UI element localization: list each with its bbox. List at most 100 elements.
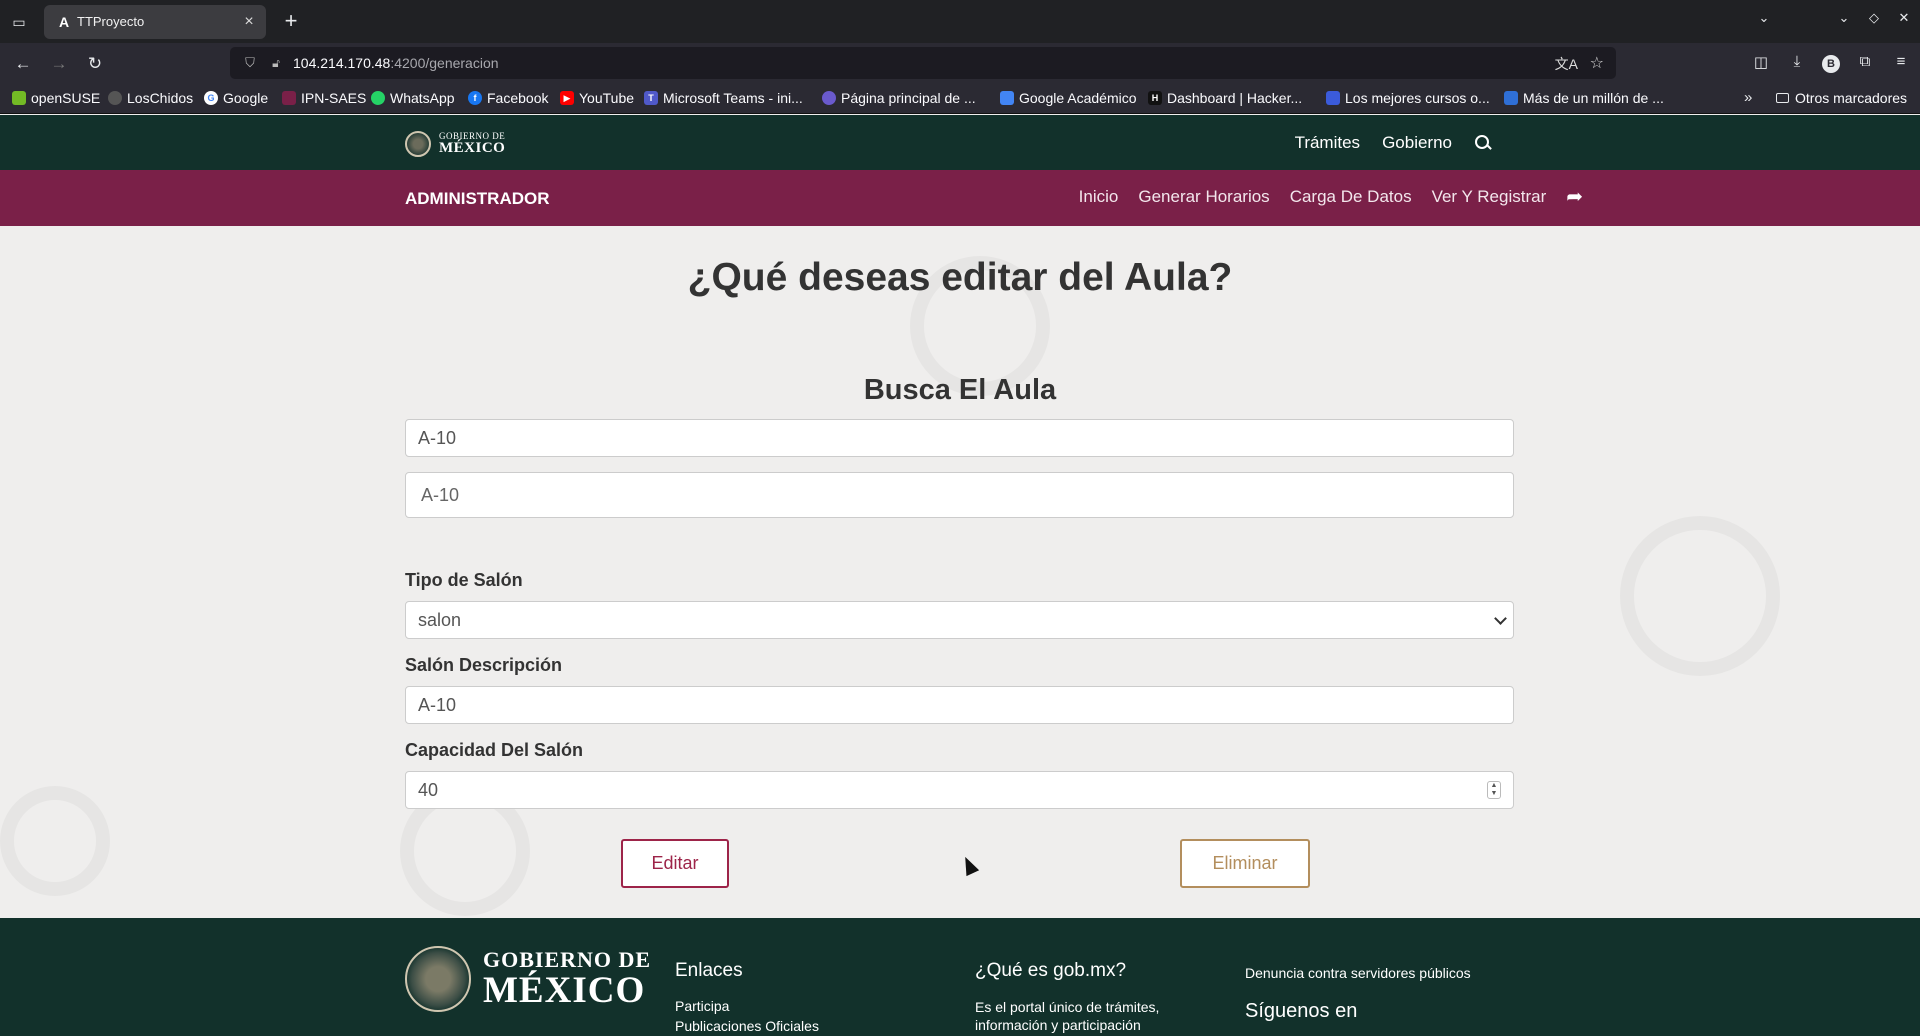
seal-icon <box>405 131 431 157</box>
bookmarks-overflow-icon[interactable]: » <box>1744 89 1752 106</box>
url-host: 104.214.170.48 <box>293 55 391 71</box>
github-icon <box>108 91 122 105</box>
bookmark-label: IPN-SAES <box>301 90 367 106</box>
other-bookmarks[interactable]: Otros marcadores <box>1776 90 1907 106</box>
window-controls: ⌄ ⌄ ◇ ✕ <box>1756 10 1912 26</box>
gob-header: GOBIERNO DE MÉXICO Trámites Gobierno <box>0 115 1920 170</box>
ipn-icon <box>282 91 296 105</box>
forward-icon[interactable]: → <box>48 53 70 75</box>
extensions-icon[interactable]: ⧉ <box>1854 53 1876 73</box>
page-icon <box>822 91 836 105</box>
footer-enlaces: Enlaces Participa Publicaciones Oficiale… <box>675 960 819 1034</box>
tipo-salon-select[interactable]: salon <box>405 601 1514 639</box>
number-spinner-icon[interactable]: ▲ ▼ <box>1487 781 1501 799</box>
bookmark-label: openSUSE <box>31 90 101 106</box>
bookmark-youtube[interactable]: ▶ YouTube <box>560 90 634 106</box>
list-all-tabs-icon[interactable]: ⌄ <box>1756 10 1772 26</box>
admin-title[interactable]: ADMINISTRADOR <box>405 189 550 209</box>
edit-button[interactable]: Editar <box>621 839 729 888</box>
salon-descripcion-label: Salón Descripción <box>405 655 563 675</box>
hackerrank-icon: H <box>1148 91 1162 105</box>
back-icon[interactable]: ← <box>12 53 34 75</box>
background-pattern <box>1620 516 1780 676</box>
profile-avatar-icon[interactable]: B <box>1822 55 1840 73</box>
bookmark-teams[interactable]: T Microsoft Teams - ini... <box>644 90 803 106</box>
admin-nav: Inicio Generar Horarios Carga De Datos V… <box>1079 187 1583 207</box>
translate-icon[interactable]: 文A <box>1555 54 1578 74</box>
delete-button[interactable]: Eliminar <box>1180 839 1310 888</box>
bookmark-google[interactable]: G Google <box>204 90 268 106</box>
nav-generar-horarios[interactable]: Generar Horarios <box>1138 187 1269 207</box>
bookmark-millon[interactable]: Más de un millón de ... <box>1504 90 1664 106</box>
bookmark-star-icon[interactable]: ☆ <box>1590 53 1604 73</box>
logout-icon[interactable]: ➦ <box>1566 187 1583 207</box>
download-icon[interactable]: ⤓ <box>1786 53 1808 73</box>
url-text[interactable]: 104.214.170.48:4200/generacion <box>293 55 499 71</box>
nav-tramites[interactable]: Trámites <box>1295 133 1361 153</box>
new-tab-icon[interactable]: + <box>280 10 302 32</box>
other-bookmarks-label: Otros marcadores <box>1795 90 1908 106</box>
pocket-icon[interactable]: ◫ <box>1750 53 1772 73</box>
aula-search-input[interactable]: A-10 <box>405 419 1514 457</box>
whatsapp-icon <box>371 91 385 105</box>
bookmark-label: LosChidos <box>127 90 194 106</box>
mouse-cursor-icon <box>958 853 980 877</box>
nav-ver-y-registrar[interactable]: Ver Y Registrar <box>1432 187 1547 207</box>
minimize-icon[interactable]: ⌄ <box>1836 10 1852 26</box>
insecure-lock-icon[interactable]: 🔓︎ <box>268 55 284 71</box>
tab-list-icon[interactable]: ▭ <box>10 13 28 31</box>
gob-logo[interactable]: GOBIERNO DE MÉXICO <box>405 131 505 157</box>
tab-close-icon[interactable]: × <box>240 13 258 31</box>
main-content: ¿Qué deseas editar del Aula? Busca El Au… <box>0 226 1920 918</box>
google-icon: G <box>204 91 218 105</box>
browser-tab-bar: ▭ A TTProyecto × + ⌄ ⌄ ◇ ✕ <box>0 0 1920 43</box>
reload-icon[interactable]: ↻ <box>84 53 106 75</box>
bookmark-whatsapp[interactable]: WhatsApp <box>371 90 455 106</box>
bookmark-label: Más de un millón de ... <box>1523 90 1664 106</box>
footer-logo[interactable]: GOBIERNO DE MÉXICO <box>405 946 651 1012</box>
nav-carga-de-datos[interactable]: Carga De Datos <box>1290 187 1412 207</box>
section-title: Busca El Aula <box>863 374 1057 406</box>
bookmark-facebook[interactable]: f Facebook <box>468 90 548 106</box>
tipo-salon-label: Tipo de Salón <box>405 570 523 590</box>
toolbar-icons: ◫ ⤓ B ⧉ ≡ <box>1750 53 1912 73</box>
close-window-icon[interactable]: ✕ <box>1896 10 1912 26</box>
chevron-down-icon <box>1494 612 1507 625</box>
footer-logo-line2: MÉXICO <box>483 970 646 1011</box>
nav-gobierno[interactable]: Gobierno <box>1382 133 1452 153</box>
footer: GOBIERNO DE MÉXICO Enlaces Participa Pub… <box>0 918 1920 1036</box>
link-participa[interactable]: Participa <box>675 998 819 1014</box>
opensuse-icon <box>12 91 26 105</box>
maximize-icon[interactable]: ◇ <box>1866 10 1882 26</box>
link-denuncia[interactable]: Denuncia contra servidores públicos <box>1245 965 1471 981</box>
bookmark-ipn-saes[interactable]: IPN-SAES <box>282 90 366 106</box>
bookmark-pagina-principal[interactable]: Página principal de ... <box>822 90 976 106</box>
shield-icon[interactable]: ⛉ <box>242 55 258 71</box>
teams-icon: T <box>644 91 658 105</box>
que-es-text: Es el portal único de trámites, informac… <box>975 999 1160 1033</box>
bookmark-label: Página principal de ... <box>841 90 976 106</box>
seal-icon <box>405 946 471 1012</box>
tab-title: TTProyecto <box>77 14 145 29</box>
browser-tab[interactable]: A TTProyecto × <box>44 5 266 39</box>
bookmark-google-academico[interactable]: Google Académico <box>1000 90 1137 106</box>
bookmark-label: Los mejores cursos o... <box>1345 90 1490 106</box>
folder-icon <box>1776 93 1789 103</box>
siguenos-title: Síguenos en <box>1245 1000 1358 1022</box>
aula-search-result[interactable]: A-10 <box>405 472 1514 518</box>
courses-icon <box>1326 91 1340 105</box>
menu-icon[interactable]: ≡ <box>1890 53 1912 73</box>
bookmark-hackerrank[interactable]: H Dashboard | Hacker... <box>1148 90 1302 106</box>
nav-inicio[interactable]: Inicio <box>1079 187 1119 207</box>
bookmark-loschidos[interactable]: LosChidos <box>108 90 193 106</box>
bookmark-cursos[interactable]: Los mejores cursos o... <box>1326 90 1490 106</box>
capacidad-input[interactable]: 40 ▲ ▼ <box>405 771 1514 809</box>
bookmark-opensuse[interactable]: openSUSE <box>12 90 100 106</box>
search-icon[interactable] <box>1474 134 1492 152</box>
footer-logo-line1: GOBIERNO DE <box>483 947 652 972</box>
bookmark-label: Google Académico <box>1019 90 1137 106</box>
salon-descripcion-input[interactable]: A-10 <box>405 686 1514 724</box>
logo-line2: MÉXICO <box>439 140 506 156</box>
link-publicaciones[interactable]: Publicaciones Oficiales <box>675 1018 819 1034</box>
url-bar[interactable]: ⛉ 🔓︎ 104.214.170.48:4200/generacion 文A ☆ <box>230 47 1616 79</box>
